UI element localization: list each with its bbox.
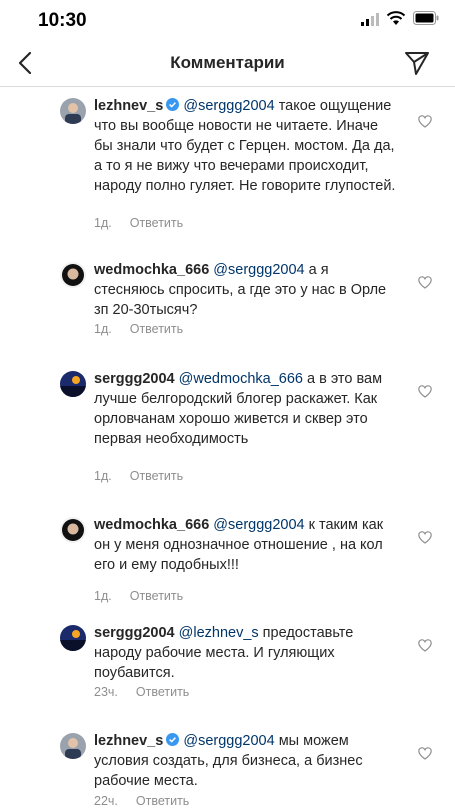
comment-text: serggg2004 @lezhnev_s предоставьте народ… xyxy=(94,623,398,683)
verified-badge-icon xyxy=(166,733,180,746)
comment-username[interactable]: wedmochka_666 xyxy=(94,262,209,278)
reply-button[interactable]: Ответить xyxy=(136,685,189,699)
heart-icon[interactable] xyxy=(418,385,432,398)
comment-meta: 23ч. Ответить xyxy=(94,685,207,699)
comment-meta: 1д. Ответить xyxy=(94,589,201,603)
reply-button[interactable]: Ответить xyxy=(130,322,183,336)
comment-username[interactable]: wedmochka_666 xyxy=(94,517,209,533)
comment-time: 1д. xyxy=(94,589,112,603)
comment-text: wedmochka_666 @serggg2004 к таким как он… xyxy=(94,515,398,575)
comment-time: 23ч. xyxy=(94,685,118,699)
comment-meta: 22ч. Ответить xyxy=(94,794,207,808)
comment-text: wedmochka_666 @serggg2004 а я стесняюсь … xyxy=(94,260,398,320)
comment-mention[interactable]: @serggg2004 xyxy=(213,517,304,533)
comment-text: serggg2004 @wedmochka_666 а в это вам лу… xyxy=(94,369,398,449)
comment-meta: 1д. Ответить xyxy=(94,322,201,336)
comment-meta: 1д. Ответить xyxy=(94,216,201,230)
avatar[interactable] xyxy=(60,262,86,288)
comment-mention[interactable]: @serggg2004 xyxy=(213,262,304,278)
heart-icon[interactable] xyxy=(418,531,432,544)
heart-icon[interactable] xyxy=(418,639,432,652)
comment-time: 22ч. xyxy=(94,794,118,808)
comment-time: 1д. xyxy=(94,216,112,230)
comment-mention[interactable]: @serggg2004 xyxy=(183,98,274,114)
comment-time: 1д. xyxy=(94,322,112,336)
reply-button[interactable]: Ответить xyxy=(130,216,183,230)
comment-text: lezhnev_s @serggg2004 мы можем условия с… xyxy=(94,731,398,791)
comment-text: lezhnev_s @serggg2004 такое ощущение что… xyxy=(94,96,398,196)
avatar[interactable] xyxy=(60,733,86,759)
comment-meta: 1д. Ответить xyxy=(94,469,201,483)
heart-icon[interactable] xyxy=(418,747,432,760)
comment-mention[interactable]: @wedmochka_666 xyxy=(179,371,303,387)
verified-badge-icon xyxy=(166,98,180,111)
avatar[interactable] xyxy=(60,517,86,543)
avatar[interactable] xyxy=(60,625,86,651)
reply-button[interactable]: Ответить xyxy=(130,469,183,483)
reply-button[interactable]: Ответить xyxy=(136,794,189,808)
avatar[interactable] xyxy=(60,98,86,124)
status-time: 10:30 xyxy=(38,10,87,31)
heart-icon[interactable] xyxy=(418,115,432,128)
battery-icon xyxy=(413,11,439,25)
direct-send-icon[interactable] xyxy=(404,50,430,76)
avatar[interactable] xyxy=(60,371,86,397)
wifi-icon xyxy=(386,11,406,25)
page-title: Комментарии xyxy=(170,53,285,72)
status-bar: 10:30 xyxy=(0,0,455,40)
comment-username[interactable]: serggg2004 xyxy=(94,371,175,387)
comment-time: 1д. xyxy=(94,469,112,483)
comment-username[interactable]: serggg2004 xyxy=(94,625,175,641)
comment-username[interactable]: lezhnev_s xyxy=(94,733,163,749)
comment-username[interactable]: lezhnev_s xyxy=(94,98,163,114)
comment-mention[interactable]: @serggg2004 xyxy=(183,733,274,749)
reply-button[interactable]: Ответить xyxy=(130,589,183,603)
signal-icon xyxy=(361,13,379,26)
heart-icon[interactable] xyxy=(418,276,432,289)
comment-mention[interactable]: @lezhnev_s xyxy=(179,625,259,641)
navigation-bar: Комментарии xyxy=(0,40,455,87)
